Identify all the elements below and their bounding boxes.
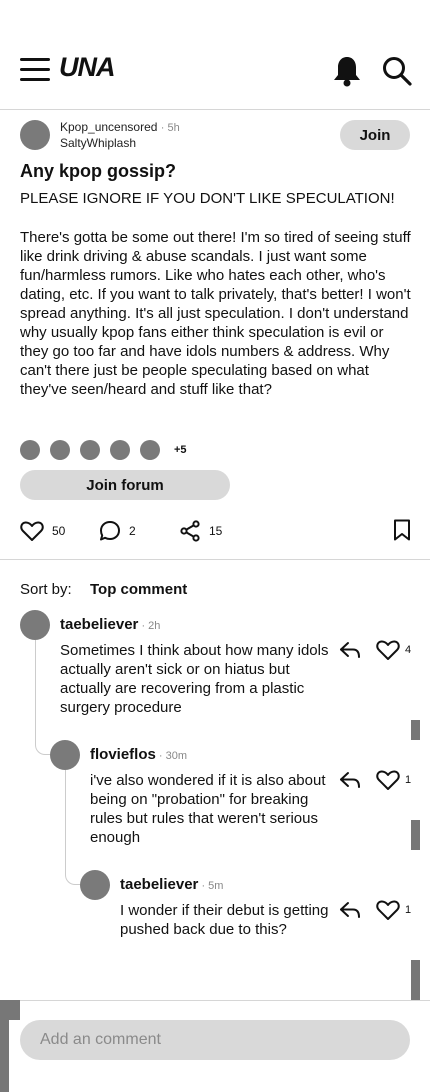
post-username[interactable]: SaltyWhiplash [60,136,136,150]
comment-author[interactable]: taebeliever · 5m [120,876,223,893]
member-avatar [140,440,160,460]
comment-button[interactable]: 2 [99,518,136,544]
comment-time: · 2h [138,620,161,632]
heart-icon[interactable] [376,639,400,661]
comment-like-count: 1 [405,904,412,916]
comment-input[interactable] [20,1020,410,1060]
community-avatar[interactable] [20,120,50,150]
more-members-count: +5 [174,444,187,456]
post-body: There's gotta be some out there! I'm so … [20,229,411,398]
join-button[interactable]: Join [340,120,410,150]
comment-text: Sometimes I think about how many idols a… [60,642,329,716]
menu-icon[interactable] [20,58,50,82]
community-name[interactable]: Kpop_uncensored [60,120,157,134]
comment-count: 2 [129,524,136,538]
post-subtitle: PLEASE IGNORE IF YOU DON'T LIKE SPECULAT… [20,190,395,207]
bookmark-icon[interactable] [393,519,411,541]
like-count: 50 [52,524,66,538]
comment-like-count: 4 [405,644,412,656]
heart-icon[interactable] [376,769,400,791]
like-button[interactable]: 50 [20,518,65,544]
reply-icon[interactable] [339,640,361,660]
app-header: UNA [0,0,430,110]
join-forum-button[interactable]: Join forum [20,470,230,500]
member-avatar [80,440,100,460]
heart-icon [20,521,44,541]
comment-author[interactable]: taebeliever · 2h [60,616,160,633]
share-button[interactable]: 15 [179,518,222,544]
post-meta: Kpop_uncensored · 5h [60,120,180,134]
comment-time: · 30m [155,750,188,762]
post-title: Any kpop gossip? [20,161,177,181]
scroll-indicator [411,720,420,740]
scroll-indicator [411,960,420,1000]
heart-icon[interactable] [376,899,400,921]
share-icon [180,520,200,542]
scroll-indicator [411,820,420,850]
comment-avatar[interactable] [20,610,50,640]
thread-line [35,640,50,755]
comment-avatar[interactable] [80,870,110,900]
reply-icon[interactable] [339,770,361,790]
comment-text: I wonder if their debut is getting pushe… [120,902,329,938]
post-time: · 5h [160,122,180,134]
comment-text: i've also wondered if it is also about b… [90,772,326,846]
comment-like-count: 1 [405,774,412,786]
member-avatar [20,440,40,460]
reply-icon[interactable] [339,900,361,920]
bell-icon[interactable] [332,55,362,87]
member-avatar [50,440,70,460]
sort-label: Sort by: [20,581,72,598]
comment-icon [100,521,120,541]
share-count: 15 [209,524,223,538]
search-icon[interactable] [382,56,412,86]
app-logo[interactable]: UNA [59,52,115,83]
comment-author[interactable]: flovieflos · 30m [90,746,187,763]
divider [0,559,430,560]
comment-avatar[interactable] [50,740,80,770]
scroll-indicator [0,1000,20,1092]
thread-line [65,770,80,885]
member-avatar [110,440,130,460]
comment-time: · 5m [198,880,224,892]
sort-dropdown[interactable]: Top comment [90,581,187,598]
